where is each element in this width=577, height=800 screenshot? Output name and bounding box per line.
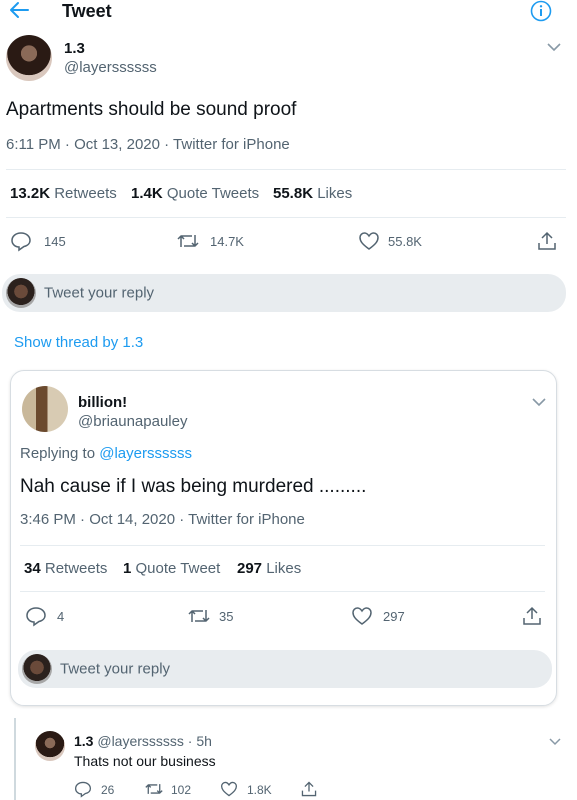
heart-icon — [359, 232, 379, 250]
quote-tweets-stat[interactable]: 1.4K Quote Tweets — [131, 185, 259, 202]
reply-count: 4 — [57, 609, 65, 624]
author-handle[interactable]: @layerssssss — [64, 59, 157, 76]
chevron-down-icon — [549, 738, 561, 746]
quotes-label: Quote Tweets — [166, 185, 260, 202]
likes-label: Likes — [317, 185, 353, 202]
heart-icon — [352, 607, 372, 625]
reply-action[interactable]: 26 — [74, 780, 124, 798]
quotes-count: 1 — [123, 560, 132, 577]
author-name[interactable]: 1.3 — [74, 733, 93, 749]
retweet-action[interactable]: 35 — [187, 605, 257, 627]
back-button[interactable] — [8, 0, 32, 22]
reply-icon — [11, 232, 31, 252]
retweet-action[interactable]: 102 — [144, 780, 204, 798]
retweet-count: 14.7K — [210, 234, 244, 249]
info-icon — [530, 0, 552, 22]
reply-placeholder: Tweet your reply — [44, 284, 155, 302]
reply-action[interactable]: 145 — [10, 230, 80, 252]
share-action[interactable] — [521, 605, 543, 627]
retweets-stat[interactable]: 34 Retweets — [24, 560, 107, 577]
like-action[interactable]: 1.8K — [220, 780, 280, 798]
share-action[interactable] — [300, 780, 318, 798]
share-icon — [301, 781, 317, 797]
avatar — [22, 654, 52, 684]
retweet-icon — [188, 610, 210, 622]
reply-action[interactable]: 4 — [25, 605, 85, 627]
share-action[interactable] — [536, 230, 558, 252]
tweet-timestamp[interactable]: 3:46 PM · Oct 14, 2020 · Twitter for iPh… — [20, 511, 305, 528]
reply-box[interactable]: Tweet your reply — [18, 650, 552, 688]
retweets-count: 13.2K — [10, 185, 51, 202]
like-action[interactable]: 55.8K — [358, 230, 438, 252]
share-icon — [523, 606, 541, 625]
quotes-count: 1.4K — [131, 185, 163, 202]
likes-count: 297 — [237, 560, 263, 577]
replying-prefix: Replying to — [20, 445, 96, 462]
author-name[interactable]: 1.3 — [64, 40, 85, 57]
avatar — [6, 278, 36, 308]
like-count: 297 — [383, 609, 405, 624]
tweet-text: Nah cause if I was being murdered ......… — [20, 476, 367, 497]
more-options-button[interactable] — [531, 395, 547, 407]
like-count: 1.8K — [247, 783, 272, 797]
more-options-button[interactable] — [548, 734, 562, 746]
tweet-timestamp[interactable]: 6:11 PM · Oct 13, 2020 · Twitter for iPh… — [6, 136, 290, 153]
heart-icon — [220, 781, 238, 797]
replying-to-line: Replying to @layerssssss — [20, 445, 192, 462]
likes-stat[interactable]: 55.8K Likes — [273, 185, 352, 202]
author-meta[interactable]: @layerssssss · 5h — [97, 733, 212, 749]
retweet-icon — [177, 235, 199, 247]
author-handle[interactable]: @briaunapauley — [78, 413, 187, 430]
reply-icon — [74, 781, 92, 798]
avatar[interactable] — [6, 35, 52, 81]
retweet-count: 102 — [171, 783, 192, 797]
reply-count: 145 — [44, 234, 66, 249]
quotes-label: Quote Tweet — [135, 560, 221, 577]
nested-reply-header: 1.3 @layerssssss · 5h — [74, 733, 212, 749]
avatar[interactable] — [22, 386, 68, 432]
chevron-down-icon — [532, 398, 546, 407]
reply-box[interactable]: Tweet your reply — [2, 274, 566, 312]
like-count: 55.8K — [388, 234, 422, 249]
chevron-down-icon — [547, 43, 561, 52]
more-options-button[interactable] — [546, 40, 562, 52]
reply-tweet-card: billion! @briaunapauley Replying to @lay… — [10, 370, 557, 706]
retweet-icon — [145, 784, 163, 794]
retweets-label: Retweets — [54, 185, 117, 202]
reply-count: 26 — [101, 783, 115, 797]
likes-count: 55.8K — [273, 185, 314, 202]
info-button[interactable] — [530, 0, 552, 22]
retweets-count: 34 — [24, 560, 41, 577]
tweet-text: Apartments should be sound proof — [6, 99, 297, 120]
reply-placeholder: Tweet your reply — [60, 660, 171, 678]
likes-label: Likes — [266, 560, 302, 577]
retweet-count: 35 — [219, 609, 234, 624]
page-title: Tweet — [62, 1, 112, 21]
retweet-action[interactable]: 14.7K — [176, 230, 256, 252]
tweet-text: Thats not our business — [74, 753, 216, 769]
show-thread-link[interactable]: Show thread by 1.3 — [14, 334, 143, 351]
retweets-stat[interactable]: 13.2K Retweets — [10, 185, 117, 202]
author-name[interactable]: billion! — [78, 394, 127, 411]
retweets-label: Retweets — [44, 560, 108, 577]
arrow-left-icon — [10, 2, 29, 18]
reply-icon — [26, 607, 46, 627]
avatar[interactable] — [35, 731, 65, 761]
likes-stat[interactable]: 297 Likes — [237, 560, 301, 577]
replying-to-link[interactable]: @layerssssss — [99, 445, 192, 462]
quote-tweets-stat[interactable]: 1 Quote Tweet — [123, 560, 220, 577]
share-icon — [538, 231, 556, 250]
like-action[interactable]: 297 — [351, 605, 421, 627]
